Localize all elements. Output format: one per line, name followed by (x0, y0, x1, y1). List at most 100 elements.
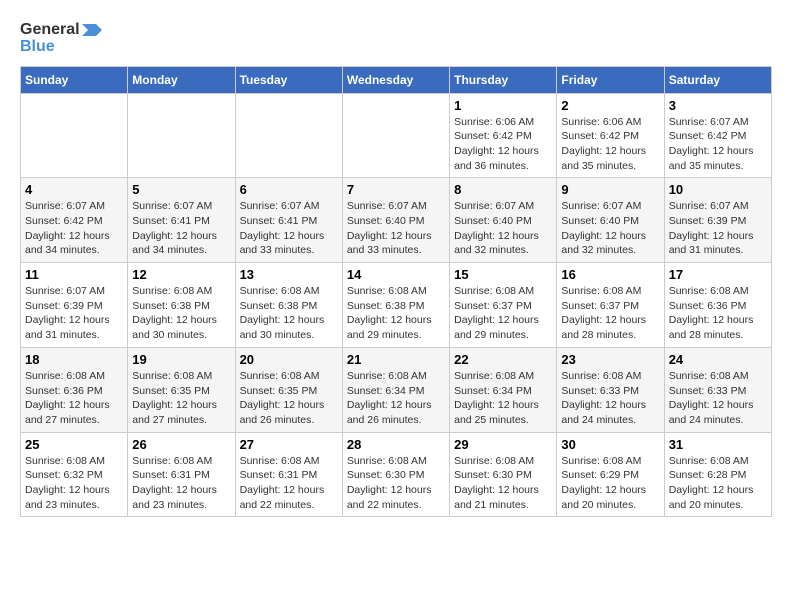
day-info: Sunrise: 6:08 AM Sunset: 6:31 PM Dayligh… (240, 454, 338, 513)
day-info: Sunrise: 6:08 AM Sunset: 6:30 PM Dayligh… (347, 454, 445, 513)
day-number: 27 (240, 437, 338, 452)
day-number: 20 (240, 352, 338, 367)
calendar-cell: 25 Sunrise: 6:08 AM Sunset: 6:32 PM Dayli… (21, 432, 128, 517)
day-number: 17 (669, 267, 767, 282)
day-number: 19 (132, 352, 230, 367)
calendar-cell: 21 Sunrise: 6:08 AM Sunset: 6:34 PM Dayli… (342, 347, 449, 432)
calendar-cell: 19 Sunrise: 6:08 AM Sunset: 6:35 PM Dayli… (128, 347, 235, 432)
calendar-week-row: 4 Sunrise: 6:07 AM Sunset: 6:42 PM Daylig… (21, 178, 772, 263)
day-info: Sunrise: 6:08 AM Sunset: 6:32 PM Dayligh… (25, 454, 123, 513)
day-info: Sunrise: 6:07 AM Sunset: 6:40 PM Dayligh… (454, 199, 552, 258)
calendar-cell: 15 Sunrise: 6:08 AM Sunset: 6:37 PM Dayli… (450, 263, 557, 348)
day-number: 24 (669, 352, 767, 367)
day-number: 28 (347, 437, 445, 452)
day-number: 1 (454, 98, 552, 113)
calendar-cell: 14Sunrise: 6:08 AM Sunset: 6:38 PM Dayli… (342, 263, 449, 348)
calendar-cell: 31 Sunrise: 6:08 AM Sunset: 6:28 PM Dayli… (664, 432, 771, 517)
day-info: Sunrise: 6:08 AM Sunset: 6:38 PM Dayligh… (132, 284, 230, 343)
calendar-cell: 8Sunrise: 6:07 AM Sunset: 6:40 PM Daylig… (450, 178, 557, 263)
calendar-cell: 11 Sunrise: 6:07 AM Sunset: 6:39 PM Dayli… (21, 263, 128, 348)
day-number: 9 (561, 182, 659, 197)
day-number: 14 (347, 267, 445, 282)
day-info: Sunrise: 6:08 AM Sunset: 6:38 PM Dayligh… (240, 284, 338, 343)
day-info: Sunrise: 6:08 AM Sunset: 6:28 PM Dayligh… (669, 454, 767, 513)
day-info: Sunrise: 6:08 AM Sunset: 6:34 PM Dayligh… (454, 369, 552, 428)
day-of-week-header: Wednesday (342, 66, 449, 93)
day-info: Sunrise: 6:08 AM Sunset: 6:37 PM Dayligh… (561, 284, 659, 343)
day-info: Sunrise: 6:06 AM Sunset: 6:42 PM Dayligh… (561, 115, 659, 174)
logo-arrow-icon (82, 20, 102, 40)
day-of-week-header: Saturday (664, 66, 771, 93)
day-info: Sunrise: 6:07 AM Sunset: 6:42 PM Dayligh… (669, 115, 767, 174)
day-number: 12 (132, 267, 230, 282)
day-info: Sunrise: 6:07 AM Sunset: 6:39 PM Dayligh… (669, 199, 767, 258)
calendar-cell: 30 Sunrise: 6:08 AM Sunset: 6:29 PM Dayli… (557, 432, 664, 517)
day-info: Sunrise: 6:08 AM Sunset: 6:33 PM Dayligh… (669, 369, 767, 428)
calendar-cell: 20Sunrise: 6:08 AM Sunset: 6:35 PM Dayli… (235, 347, 342, 432)
page-header: General Blue (20, 20, 772, 56)
calendar-cell (128, 93, 235, 178)
day-info: Sunrise: 6:08 AM Sunset: 6:29 PM Dayligh… (561, 454, 659, 513)
day-info: Sunrise: 6:08 AM Sunset: 6:36 PM Dayligh… (25, 369, 123, 428)
day-number: 25 (25, 437, 123, 452)
calendar-week-row: 11 Sunrise: 6:07 AM Sunset: 6:39 PM Dayli… (21, 263, 772, 348)
day-of-week-header: Sunday (21, 66, 128, 93)
day-number: 3 (669, 98, 767, 113)
day-info: Sunrise: 6:08 AM Sunset: 6:33 PM Dayligh… (561, 369, 659, 428)
day-of-week-header: Thursday (450, 66, 557, 93)
calendar-cell (21, 93, 128, 178)
day-info: Sunrise: 6:08 AM Sunset: 6:36 PM Dayligh… (669, 284, 767, 343)
day-info: Sunrise: 6:08 AM Sunset: 6:35 PM Dayligh… (132, 369, 230, 428)
day-of-week-header: Friday (557, 66, 664, 93)
calendar-cell: 22Sunrise: 6:08 AM Sunset: 6:34 PM Dayli… (450, 347, 557, 432)
day-number: 21 (347, 352, 445, 367)
day-number: 13 (240, 267, 338, 282)
calendar-cell: 18 Sunrise: 6:08 AM Sunset: 6:36 PM Dayli… (21, 347, 128, 432)
day-info: Sunrise: 6:08 AM Sunset: 6:37 PM Dayligh… (454, 284, 552, 343)
day-info: Sunrise: 6:08 AM Sunset: 6:30 PM Dayligh… (454, 454, 552, 513)
day-info: Sunrise: 6:07 AM Sunset: 6:39 PM Dayligh… (25, 284, 123, 343)
day-of-week-header: Tuesday (235, 66, 342, 93)
calendar-header-row: SundayMondayTuesdayWednesdayThursdayFrid… (21, 66, 772, 93)
day-info: Sunrise: 6:07 AM Sunset: 6:41 PM Dayligh… (240, 199, 338, 258)
calendar-cell: 6Sunrise: 6:07 AM Sunset: 6:41 PM Daylig… (235, 178, 342, 263)
day-info: Sunrise: 6:07 AM Sunset: 6:40 PM Dayligh… (561, 199, 659, 258)
calendar-cell: 5 Sunrise: 6:07 AM Sunset: 6:41 PM Daylig… (128, 178, 235, 263)
calendar-week-row: 25 Sunrise: 6:08 AM Sunset: 6:32 PM Dayli… (21, 432, 772, 517)
calendar-week-row: 1 Sunrise: 6:06 AM Sunset: 6:42 PM Daylig… (21, 93, 772, 178)
calendar-cell: 13 Sunrise: 6:08 AM Sunset: 6:38 PM Dayli… (235, 263, 342, 348)
day-number: 15 (454, 267, 552, 282)
calendar-cell: 16 Sunrise: 6:08 AM Sunset: 6:37 PM Dayli… (557, 263, 664, 348)
day-number: 4 (25, 182, 123, 197)
day-number: 18 (25, 352, 123, 367)
calendar-cell: 24 Sunrise: 6:08 AM Sunset: 6:33 PM Dayli… (664, 347, 771, 432)
day-info: Sunrise: 6:07 AM Sunset: 6:40 PM Dayligh… (347, 199, 445, 258)
day-number: 16 (561, 267, 659, 282)
day-number: 23 (561, 352, 659, 367)
day-number: 30 (561, 437, 659, 452)
day-number: 5 (132, 182, 230, 197)
calendar-cell: 17 Sunrise: 6:08 AM Sunset: 6:36 PM Dayli… (664, 263, 771, 348)
day-number: 10 (669, 182, 767, 197)
day-info: Sunrise: 6:07 AM Sunset: 6:42 PM Dayligh… (25, 199, 123, 258)
day-number: 2 (561, 98, 659, 113)
day-info: Sunrise: 6:08 AM Sunset: 6:34 PM Dayligh… (347, 369, 445, 428)
calendar-cell: 29 Sunrise: 6:08 AM Sunset: 6:30 PM Dayli… (450, 432, 557, 517)
calendar-cell: 23 Sunrise: 6:08 AM Sunset: 6:33 PM Dayli… (557, 347, 664, 432)
calendar-cell: 27 Sunrise: 6:08 AM Sunset: 6:31 PM Dayli… (235, 432, 342, 517)
day-number: 26 (132, 437, 230, 452)
calendar-cell: 3 Sunrise: 6:07 AM Sunset: 6:42 PM Daylig… (664, 93, 771, 178)
calendar-cell (235, 93, 342, 178)
day-number: 11 (25, 267, 123, 282)
day-number: 29 (454, 437, 552, 452)
calendar-cell: 9 Sunrise: 6:07 AM Sunset: 6:40 PM Daylig… (557, 178, 664, 263)
day-number: 31 (669, 437, 767, 452)
calendar-cell: 4 Sunrise: 6:07 AM Sunset: 6:42 PM Daylig… (21, 178, 128, 263)
calendar-cell: 2 Sunrise: 6:06 AM Sunset: 6:42 PM Daylig… (557, 93, 664, 178)
calendar-cell: 10 Sunrise: 6:07 AM Sunset: 6:39 PM Dayli… (664, 178, 771, 263)
calendar-cell (342, 93, 449, 178)
calendar-cell: 26Sunrise: 6:08 AM Sunset: 6:31 PM Dayli… (128, 432, 235, 517)
day-info: Sunrise: 6:07 AM Sunset: 6:41 PM Dayligh… (132, 199, 230, 258)
logo-blue-text: Blue (20, 38, 102, 56)
calendar-cell: 1Sunrise: 6:06 AM Sunset: 6:42 PM Daylig… (450, 93, 557, 178)
